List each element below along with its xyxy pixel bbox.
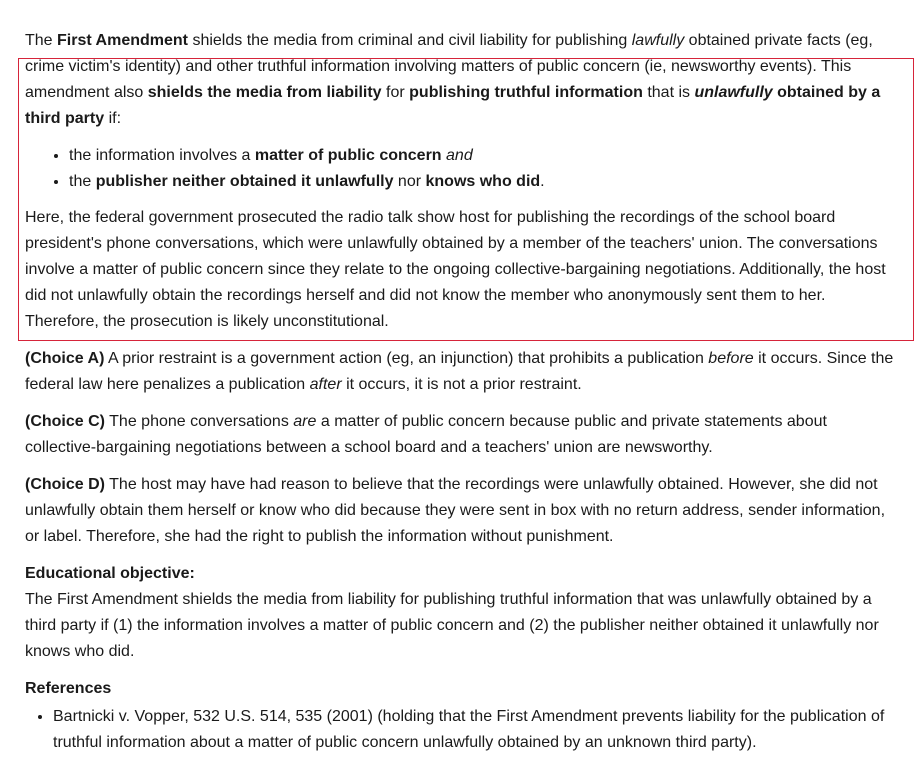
choice-text: The phone conversations <box>105 413 294 430</box>
intro-bold-italic-unlawfully: unlawfully <box>694 84 773 101</box>
explanation-content: The First Amendment shields the media fr… <box>25 28 900 756</box>
choice-c-paragraph: (Choice C) The phone conversations are a… <box>25 409 900 461</box>
reference-item: Bartnicki v. Vopper, 532 U.S. 514, 535 (… <box>53 704 900 756</box>
intro-text: if: <box>104 110 122 127</box>
choice-a-paragraph: (Choice A) A prior restraint is a govern… <box>25 346 900 398</box>
analysis-paragraph: Here, the federal government prosecuted … <box>25 209 886 330</box>
intro-text: for <box>381 84 410 101</box>
choice-text: it occurs, it is not a prior restraint. <box>341 376 582 393</box>
intro-text: The <box>25 32 58 49</box>
intro-bold-publishing: publishing truthful information <box>409 84 643 101</box>
choice-d-label: (Choice D) <box>25 476 105 493</box>
intro-text: that is <box>642 84 695 101</box>
conditions-list: the information involves a matter of pub… <box>25 143 900 195</box>
bullet-text: the <box>69 173 96 190</box>
objective-heading: Educational objective: <box>25 565 195 582</box>
list-item: the information involves a matter of pub… <box>69 143 900 169</box>
objective-text: The First Amendment shields the media fr… <box>25 591 879 660</box>
bullet-bold: matter of public concern <box>254 147 442 164</box>
choice-d-paragraph: (Choice D) The host may have had reason … <box>25 472 900 550</box>
references-list: Bartnicki v. Vopper, 532 U.S. 514, 535 (… <box>25 704 900 756</box>
references-heading: References <box>25 680 112 697</box>
bullet-text: the information involves a <box>69 147 255 164</box>
intro-bold-first-amendment: First Amendment <box>57 32 188 49</box>
bullet-bold: knows who did <box>425 173 541 190</box>
choice-c-label: (Choice C) <box>25 413 105 430</box>
choice-italic: after <box>309 376 342 393</box>
bullet-text: nor <box>393 173 426 190</box>
intro-text: shields the media from criminal and civi… <box>188 32 632 49</box>
intro-italic-lawfully: lawfully <box>631 32 685 49</box>
list-item: the publisher neither obtained it unlawf… <box>69 169 900 195</box>
choice-italic: before <box>708 350 754 367</box>
choice-text: The host may have had reason to believe … <box>25 476 886 545</box>
choice-a-label: (Choice A) <box>25 350 105 367</box>
bullet-italic: and <box>446 147 473 164</box>
intro-bold-shields: shields the media from liability <box>147 84 382 101</box>
choice-text: A prior restraint is a government action… <box>104 350 709 367</box>
bullet-bold: publisher neither obtained it unlawfully <box>95 173 394 190</box>
choice-italic: are <box>293 413 317 430</box>
intro-paragraph: The First Amendment shields the media fr… <box>25 28 900 132</box>
bullet-text: . <box>540 173 545 190</box>
